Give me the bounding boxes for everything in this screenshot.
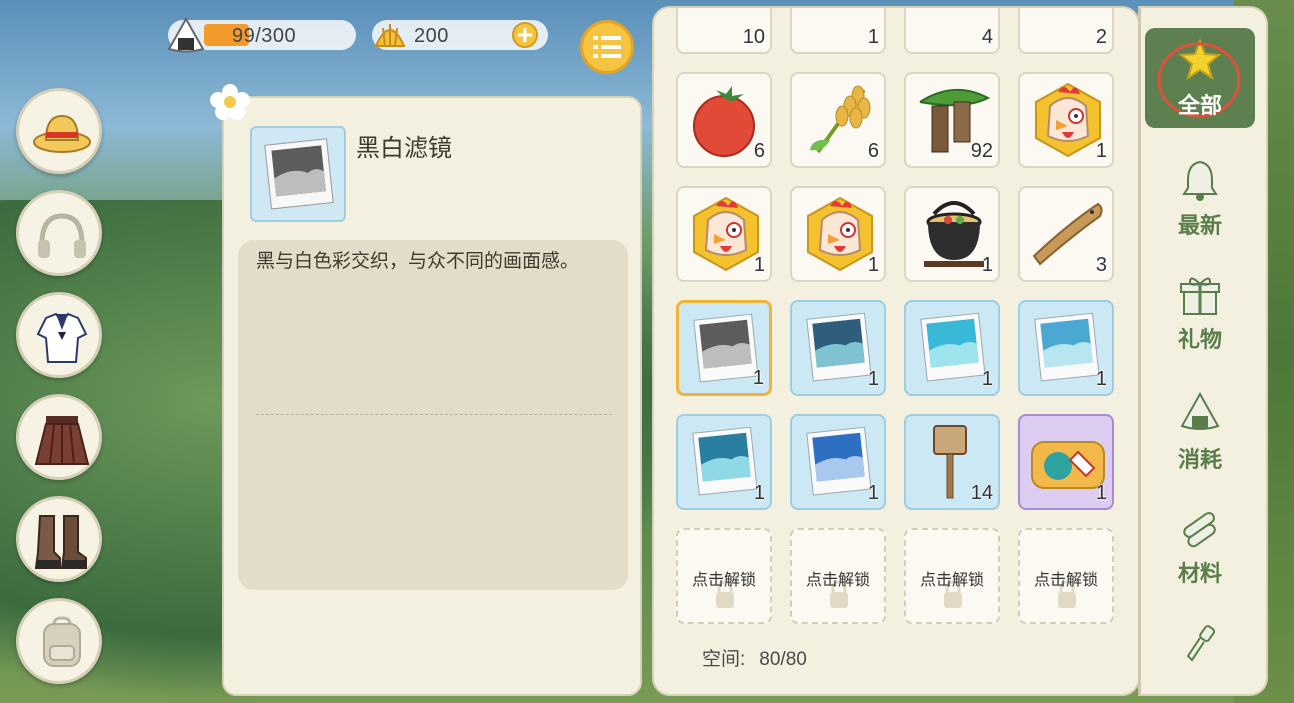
riceball-icon	[167, 16, 205, 53]
riceball-icon	[1180, 391, 1220, 430]
add-icon[interactable]	[512, 22, 538, 48]
item-count: 10	[742, 26, 765, 48]
shells-bar: 200	[372, 20, 548, 50]
tab-gift[interactable]: 礼物	[1145, 268, 1255, 368]
side-menu-shirt[interactable]	[16, 292, 102, 378]
locked-slot[interactable]: 点击解锁	[676, 528, 772, 624]
inventory-slot-chicken-badge[interactable]: 1	[790, 186, 886, 282]
locked-slot[interactable]: 点击解锁	[904, 528, 1000, 624]
inventory-slot-wooden-sign[interactable]: 14	[904, 414, 1000, 510]
divider	[256, 414, 612, 415]
space-label: 空间:	[702, 649, 746, 670]
shell-icon	[374, 24, 406, 47]
stamina-value: 99/300	[232, 25, 297, 47]
inventory-slot-partial[interactable]: 4	[904, 8, 1000, 54]
headphones-icon	[38, 213, 86, 258]
detail-item-image	[250, 126, 346, 222]
boots-icon	[34, 515, 87, 569]
tab-all-label: 全部	[1177, 93, 1222, 118]
tab-material-label: 材料	[1177, 561, 1222, 586]
tab-latest-label: 最新	[1177, 213, 1222, 238]
inventory-slot-filter-ocean-teal[interactable]: 1	[676, 414, 772, 510]
tab-tools[interactable]	[1145, 612, 1255, 703]
inventory-slot-filter-ocean-blue[interactable]: 1	[790, 414, 886, 510]
inventory-grid-panel: 10 1 4 2 6 6 92 1 1 113 1 1 1 1 1 1 14 1 点击解锁 点击解锁…	[652, 6, 1140, 696]
locked-slot[interactable]: 点击解锁	[1018, 528, 1114, 624]
side-menu-backpack[interactable]	[16, 598, 102, 684]
item-count: 1	[753, 254, 765, 276]
shirt-icon	[36, 312, 88, 363]
space-value: 80/80	[759, 649, 807, 670]
inventory-slot-tomato[interactable]: 6	[676, 72, 772, 168]
item-count: 1	[981, 368, 993, 390]
side-menu-skirt[interactable]	[16, 394, 102, 480]
item-count: 2	[1095, 26, 1107, 48]
side-menu-boots[interactable]	[16, 496, 102, 582]
item-count: 14	[970, 482, 993, 504]
unlock-label: 点击解锁	[805, 572, 870, 589]
detail-title: 黑白滤镜	[356, 135, 452, 162]
backpack-icon	[43, 616, 81, 667]
inventory-slot-chicken-badge[interactable]: 1	[676, 186, 772, 282]
side-menu-hat[interactable]	[16, 88, 102, 174]
inventory-slot-partial[interactable]: 2	[1018, 8, 1114, 54]
list-view-button[interactable]	[580, 20, 634, 74]
inventory-slot-dried-fish[interactable]: 3	[1018, 186, 1114, 282]
description-box: 黑与白色彩交织，与众不同的画面感。	[238, 240, 628, 590]
inventory-slot-filter-ocean-cyan[interactable]: 1	[904, 300, 1000, 396]
category-tabs: 全部 最新 礼物 消耗 材料	[1138, 6, 1268, 696]
gift-icon	[1180, 277, 1220, 315]
inventory-slot-partial[interactable]: 10	[676, 8, 772, 54]
side-menu-headphones[interactable]	[16, 190, 102, 276]
flower-icon	[210, 84, 250, 120]
item-count: 4	[981, 26, 993, 48]
photo-filter-bw-icon	[264, 138, 334, 210]
detail-description: 黑与白色彩交织，与众不同的画面感。	[256, 251, 580, 272]
item-count: 1	[867, 254, 879, 276]
item-count: 3	[1095, 254, 1107, 276]
tab-latest[interactable]: 最新	[1145, 154, 1255, 254]
item-count: 1	[1095, 482, 1107, 504]
unlock-label: 点击解锁	[919, 572, 984, 589]
item-count: 6	[753, 140, 765, 162]
material-icon	[1183, 512, 1216, 548]
skirt-icon	[34, 416, 90, 465]
inventory-slot-wood-logs[interactable]: 92	[904, 72, 1000, 168]
inventory-slot-filter-ocean-light[interactable]: 1	[1018, 300, 1114, 396]
inventory-slot-filter-ocean-dark[interactable]: 1	[790, 300, 886, 396]
item-detail-panel: 黑白滤镜 黑与白色彩交织，与众不同的画面感。	[210, 84, 642, 696]
item-count: 1	[752, 367, 764, 389]
tab-material[interactable]: 材料	[1145, 502, 1255, 602]
inventory-slot-filter-bw[interactable]: 1	[676, 300, 772, 396]
shovel-icon	[1186, 625, 1216, 662]
inventory-slot-sticker-pack[interactable]: 1	[1018, 414, 1114, 510]
shells-value: 200	[414, 25, 449, 47]
space-indicator: 空间: 80/80	[702, 644, 807, 671]
inventory-slot-wheat[interactable]: 6	[790, 72, 886, 168]
item-count: 1	[1095, 140, 1107, 162]
item-count: 1	[867, 26, 879, 48]
item-count: 1	[1095, 368, 1107, 390]
bell-icon	[1182, 160, 1218, 201]
inventory-slot-chicken-badge[interactable]: 1	[1018, 72, 1114, 168]
item-count: 92	[970, 140, 993, 162]
unlock-label: 点击解锁	[1033, 572, 1098, 589]
tab-consumable[interactable]: 消耗	[1145, 388, 1255, 488]
item-count: 1	[867, 368, 879, 390]
tab-all[interactable]: 全部	[1145, 28, 1255, 128]
tab-consumable-label: 消耗	[1177, 447, 1222, 472]
tab-gift-label: 礼物	[1177, 327, 1222, 352]
locked-slot[interactable]: 点击解锁	[790, 528, 886, 624]
item-count: 1	[753, 482, 765, 504]
inventory-slot-partial[interactable]: 1	[790, 8, 886, 54]
unlock-label: 点击解锁	[691, 572, 756, 589]
item-count: 6	[867, 140, 879, 162]
list-icon	[593, 36, 621, 58]
inventory-slot-cooking-pot[interactable]: 1	[904, 186, 1000, 282]
item-count: 1	[867, 482, 879, 504]
item-count: 1	[981, 254, 993, 276]
stamina-bar: 99/300	[167, 16, 356, 53]
hat-icon	[33, 114, 91, 153]
